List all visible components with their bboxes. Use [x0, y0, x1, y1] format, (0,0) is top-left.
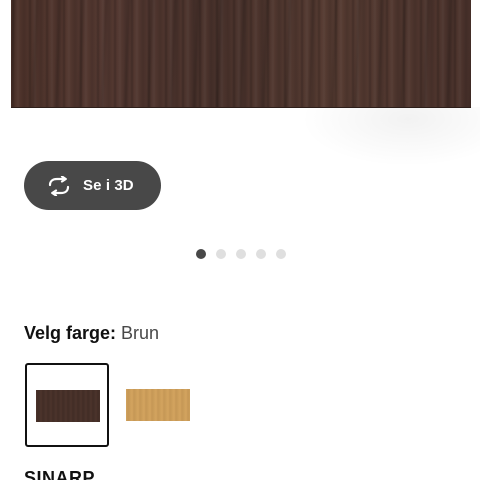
carousel-dots [196, 249, 286, 259]
image-shadow [300, 107, 480, 167]
carousel-dot-3[interactable] [236, 249, 246, 259]
carousel-dot-5[interactable] [276, 249, 286, 259]
product-page: Se i 3D Velg farge: Brun SINARP [0, 0, 480, 480]
color-label-key: Velg farge: [24, 323, 117, 343]
rotate-3d-icon [46, 174, 72, 197]
color-label-value: Brun [121, 323, 160, 343]
product-name: SINARP [24, 468, 96, 480]
product-image[interactable] [11, 0, 471, 108]
color-swatch-brown[interactable] [25, 363, 109, 447]
color-picker-label: Velg farge: Brun [24, 323, 159, 344]
carousel-dot-1[interactable] [196, 249, 206, 259]
swatch-image-oak [126, 389, 190, 421]
view-3d-label: Se i 3D [83, 177, 134, 194]
carousel-dot-4[interactable] [256, 249, 266, 259]
color-swatch-oak[interactable] [115, 363, 199, 447]
carousel-dot-2[interactable] [216, 249, 226, 259]
swatch-image-brown [36, 390, 100, 422]
view-3d-button[interactable]: Se i 3D [24, 161, 161, 210]
